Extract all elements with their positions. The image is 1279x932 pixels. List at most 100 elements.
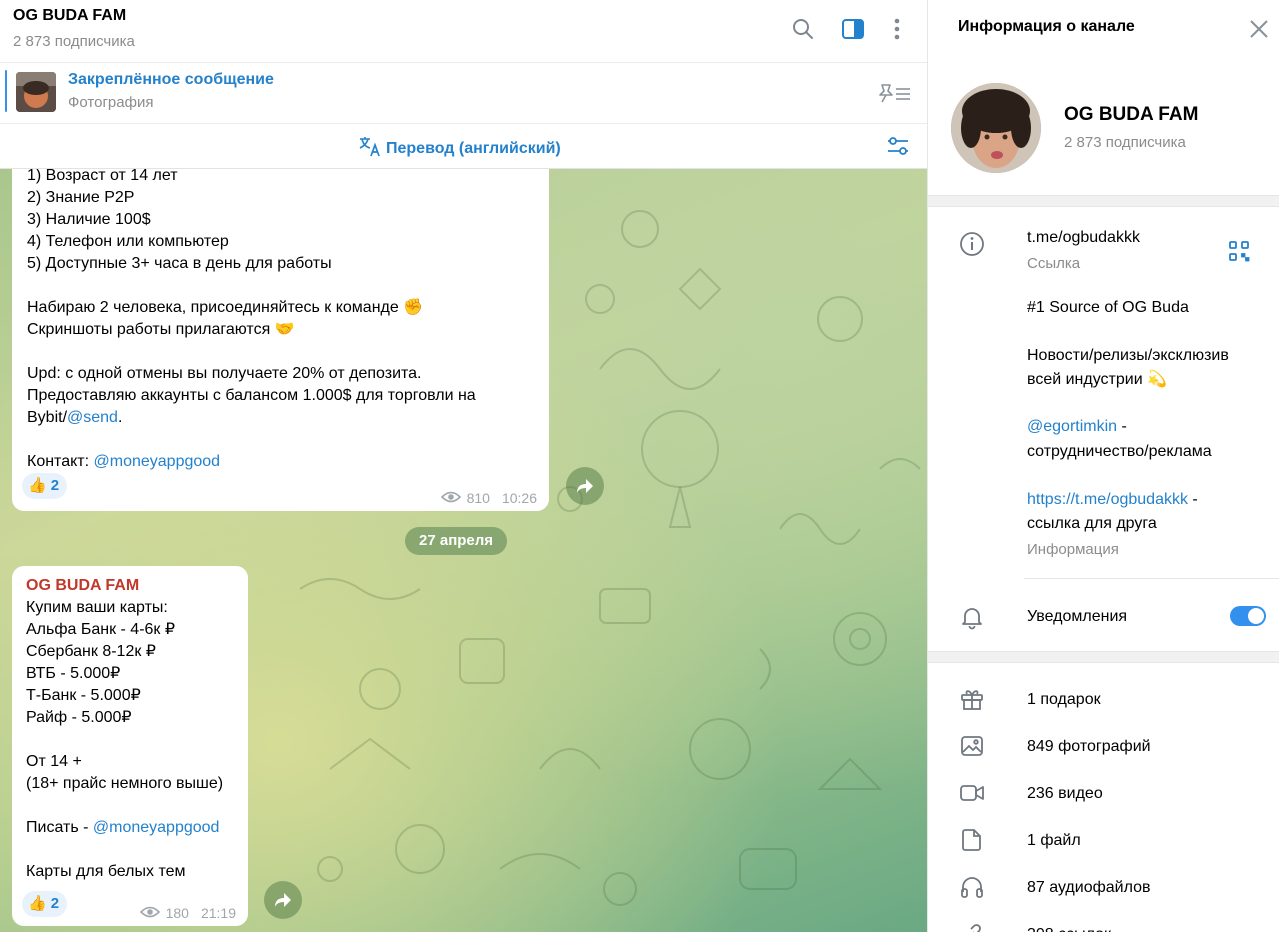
reaction-count: 2 bbox=[50, 895, 60, 912]
description-line: Новости/релизы/эксклюзив bbox=[1027, 347, 1229, 364]
pin-list-icon[interactable] bbox=[876, 81, 914, 105]
search-icon[interactable] bbox=[790, 16, 816, 42]
translate-settings-icon[interactable] bbox=[886, 135, 910, 157]
notifications-toggle[interactable] bbox=[1230, 606, 1266, 626]
url-link[interactable]: https://t.me/ogbudakkk bbox=[1027, 491, 1188, 508]
headphones-icon bbox=[959, 874, 985, 900]
reaction-count: 2 bbox=[50, 477, 60, 494]
message-line: Предоставляю аккаунты с балансом 1.000$ … bbox=[27, 387, 476, 404]
media-label: 87 аудиофайлов bbox=[1027, 879, 1151, 896]
qr-code-icon[interactable] bbox=[1228, 240, 1252, 264]
write-label: Писать - bbox=[26, 819, 93, 836]
pinned-thumbnail bbox=[16, 72, 56, 112]
pinned-indicator bbox=[5, 70, 7, 112]
message-line: 1) Возраст от 14 лет bbox=[27, 169, 178, 184]
media-row-videos[interactable]: 236 видео bbox=[928, 770, 1279, 817]
translate-button[interactable]: Перевод (английский) bbox=[358, 135, 561, 162]
message-time: 21:19 bbox=[200, 905, 236, 921]
mention-link[interactable]: @send bbox=[67, 409, 118, 426]
forward-button[interactable] bbox=[566, 467, 604, 505]
forward-button[interactable] bbox=[264, 881, 302, 919]
message-line: Карты для белых тем bbox=[26, 863, 186, 880]
channel-title[interactable]: OG BUDA FAM bbox=[13, 7, 126, 25]
chat-header[interactable]: OG BUDA FAM 2 873 подписчика bbox=[0, 0, 927, 63]
notifications-label: Уведомления bbox=[1027, 608, 1128, 625]
media-label: 236 видео bbox=[1027, 785, 1103, 802]
section-divider bbox=[928, 651, 1279, 663]
channel-info-panel: Информация о канале OG BUDA FAM 2 873 по… bbox=[927, 0, 1279, 932]
reaction-chip[interactable]: 👍 2 bbox=[22, 473, 68, 499]
text-fragment: Bybit/ bbox=[27, 409, 68, 426]
message-line: От 14 + bbox=[26, 753, 82, 770]
media-label: 849 фотографий bbox=[1027, 738, 1151, 755]
description-line: ссылка для друга bbox=[1027, 515, 1157, 532]
sender-name[interactable]: OG BUDA FAM bbox=[26, 575, 223, 597]
link-caption: Ссылка bbox=[1027, 255, 1081, 272]
bell-icon bbox=[959, 604, 985, 630]
pinned-subtitle: Фотография bbox=[68, 94, 154, 111]
eye-icon bbox=[139, 902, 160, 924]
description-line: сотрудничество/реклама bbox=[1027, 443, 1212, 460]
message-line: Скриншоты работы прилагаются 🤝 bbox=[27, 321, 295, 338]
mention-link[interactable]: @moneyappgood bbox=[94, 453, 221, 470]
message-line bbox=[26, 795, 223, 817]
message-bubble[interactable]: OG BUDA FAM Купим ваши карты: Альфа Банк… bbox=[12, 566, 248, 926]
media-row-files[interactable]: 1 файл bbox=[928, 817, 1279, 864]
message-line: Набираю 2 человека, присоединяйтесь к ко… bbox=[27, 299, 424, 316]
video-icon bbox=[959, 780, 985, 806]
date-separator: 27 апреля bbox=[405, 527, 508, 555]
message-bubble[interactable]: 1) Возраст от 14 лет 2) Знание P2P 3) На… bbox=[12, 169, 549, 511]
media-row-audio[interactable]: 87 аудиофайлов bbox=[928, 864, 1279, 911]
message-line bbox=[26, 729, 223, 751]
link-icon bbox=[959, 921, 985, 932]
media-label: 1 подарок bbox=[1027, 691, 1101, 708]
text-fragment: - bbox=[1117, 418, 1127, 435]
message-line: Bybit/@send. bbox=[27, 407, 476, 429]
translate-icon bbox=[358, 135, 382, 162]
translate-bar[interactable]: Перевод (английский) bbox=[0, 124, 927, 169]
share-arrow-icon bbox=[275, 893, 291, 907]
media-row-gifts[interactable]: 1 подарок bbox=[928, 676, 1279, 723]
pinned-message-bar[interactable]: Закреплённое сообщение Фотография bbox=[0, 63, 927, 124]
chat-background: 1) Возраст от 14 лет 2) Знание P2P 3) На… bbox=[0, 169, 927, 932]
message-line: (18+ прайс немного выше) bbox=[26, 775, 224, 792]
media-row-links[interactable]: 308 ссылок bbox=[928, 911, 1279, 932]
message-line: 2) Знание P2P bbox=[27, 189, 135, 206]
close-icon[interactable] bbox=[1248, 18, 1270, 40]
info-icon bbox=[959, 231, 985, 257]
media-row-photos[interactable]: 849 фотографий bbox=[928, 723, 1279, 770]
translate-label: Перевод (английский) bbox=[386, 139, 561, 157]
view-count: 810 bbox=[466, 490, 490, 506]
mention-link[interactable]: @egortimkin bbox=[1027, 418, 1117, 435]
description-line: @egortimkin - bbox=[1027, 415, 1127, 439]
message-meta: 180 21:19 bbox=[139, 902, 236, 924]
description-line: https://t.me/ogbudakkk - bbox=[1027, 488, 1198, 512]
toggle-knob bbox=[1248, 608, 1264, 624]
info-caption: Информация bbox=[1027, 541, 1119, 558]
sidebar-toggle-icon[interactable] bbox=[840, 16, 866, 42]
channel-link[interactable]: t.me/ogbudakkk bbox=[1027, 226, 1140, 250]
message-meta: 810 10:26 bbox=[440, 487, 537, 509]
pinned-title: Закреплённое сообщение bbox=[68, 71, 274, 88]
message-line: Писать - @moneyappgood bbox=[26, 817, 223, 839]
contact-label: Контакт: bbox=[27, 453, 94, 470]
section-divider bbox=[928, 195, 1279, 207]
info-panel-header: Информация о канале bbox=[928, 0, 1279, 56]
info-panel-title: Информация о канале bbox=[958, 18, 1135, 35]
message-line: Купим ваши карты: bbox=[26, 599, 168, 616]
share-arrow-icon bbox=[577, 479, 593, 493]
message-line: Upd: с одной отмены вы получаете 20% от … bbox=[27, 365, 422, 382]
message-line: 4) Телефон или компьютер bbox=[27, 233, 229, 250]
mention-link[interactable]: @moneyappgood bbox=[93, 819, 220, 836]
photo-icon bbox=[959, 733, 985, 759]
media-label: 308 ссылок bbox=[1027, 923, 1111, 932]
divider bbox=[1024, 578, 1279, 579]
reaction-chip[interactable]: 👍 2 bbox=[22, 891, 68, 917]
message-line: Сбербанк 8-12к ₽ bbox=[26, 643, 156, 660]
more-vertical-icon[interactable] bbox=[884, 16, 910, 42]
channel-avatar[interactable] bbox=[951, 83, 1041, 173]
text-fragment: . bbox=[117, 409, 123, 426]
message-line: 3) Наличие 100$ bbox=[27, 211, 151, 228]
message-line bbox=[27, 341, 476, 363]
